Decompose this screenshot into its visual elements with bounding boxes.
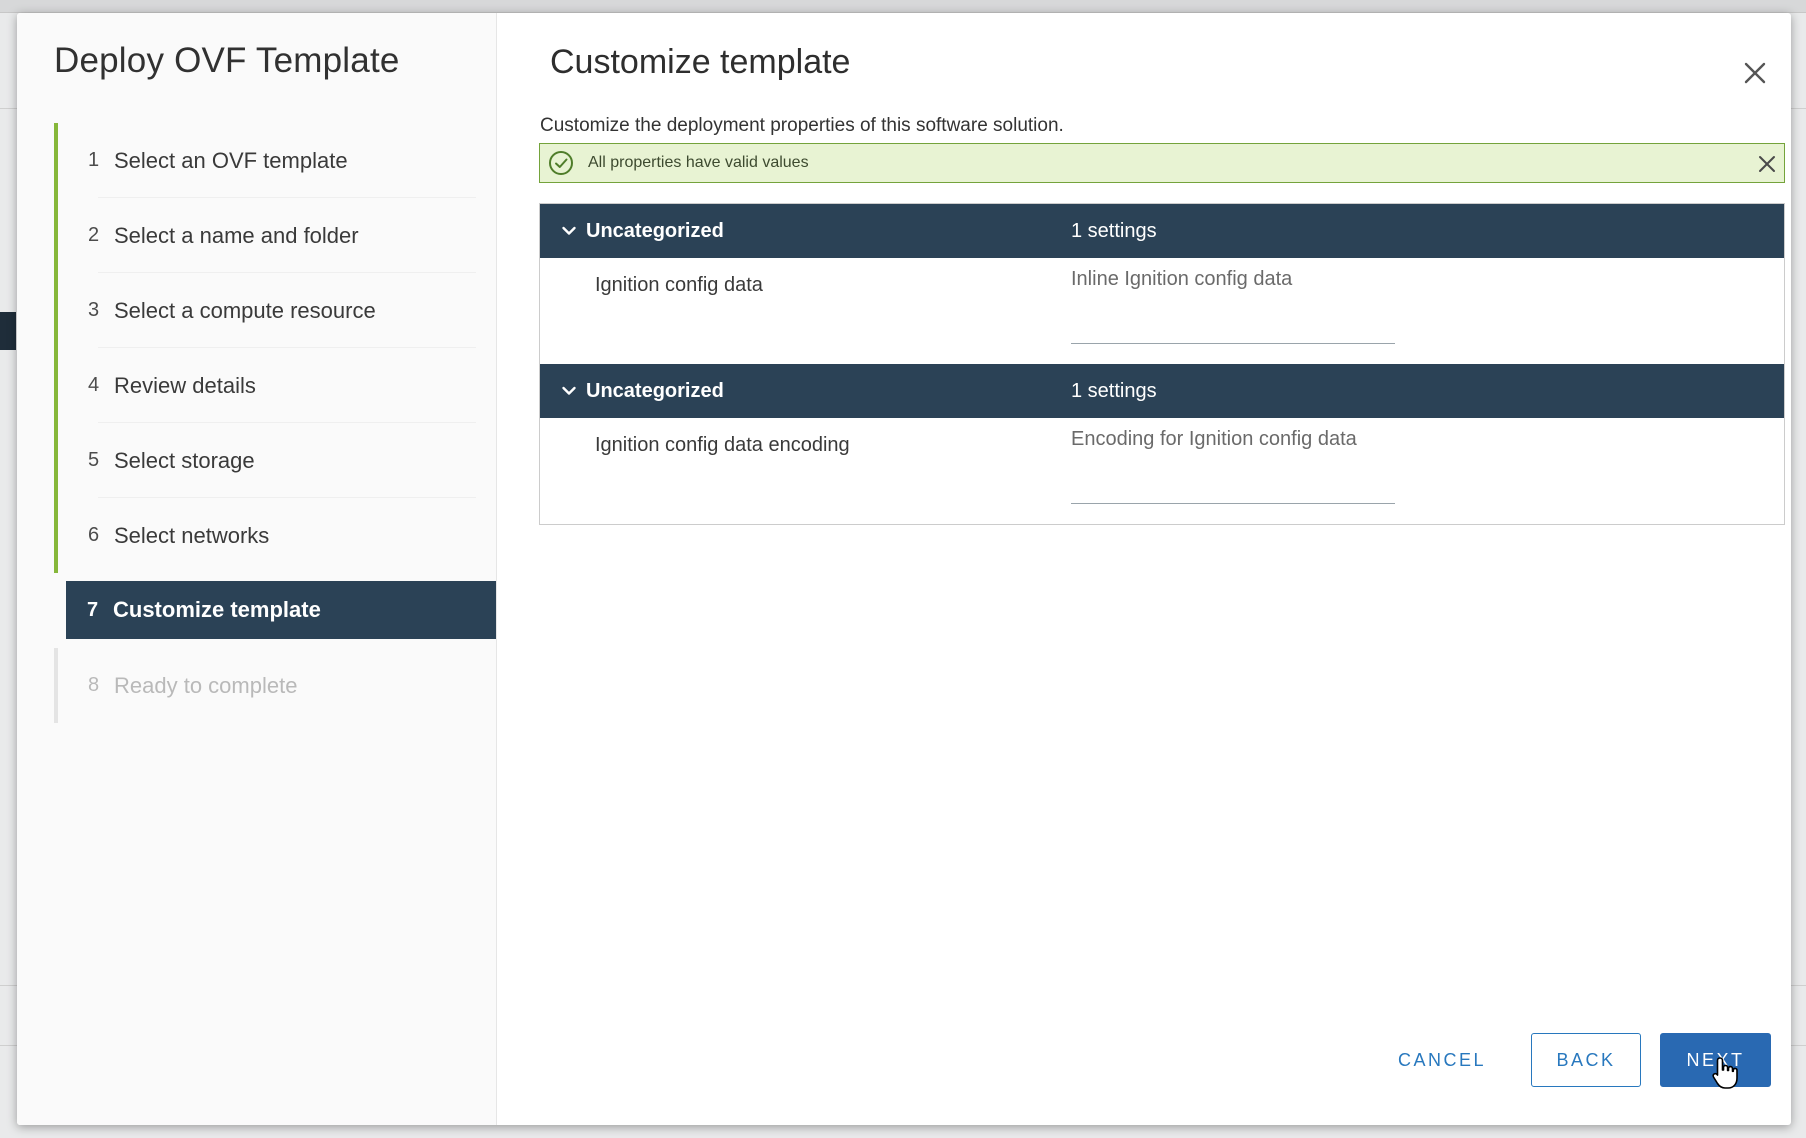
group-settings-count: 1 settings	[1071, 379, 1157, 402]
back-button[interactable]: BACK	[1531, 1033, 1641, 1087]
deploy-ovf-modal: Deploy OVF Template 1 Select an OVF temp…	[17, 13, 1791, 1125]
wizard-step-5[interactable]: 5 Select storage	[54, 423, 496, 498]
step-number: 2	[88, 224, 100, 246]
step-label: Select a compute resource	[114, 297, 376, 323]
hand-cursor-icon	[1712, 1057, 1738, 1089]
group-name: Uncategorized	[586, 219, 724, 242]
property-row: Ignition config data encoding	[540, 418, 1784, 524]
step-label: Select networks	[114, 522, 270, 548]
wizard-step-8: 8 Ready to complete	[54, 648, 496, 723]
step-number: 6	[88, 524, 100, 546]
chevron-down-icon	[562, 386, 576, 395]
step-number: 4	[88, 374, 100, 396]
ignition-config-data-input[interactable]	[1071, 268, 1395, 344]
step-number: 5	[88, 449, 100, 471]
group-settings-count: 1 settings	[1071, 219, 1157, 242]
wizard-step-7[interactable]: 7 Customize template	[66, 581, 496, 639]
success-alert: All properties have valid values	[539, 143, 1785, 183]
step-number: 3	[88, 299, 100, 321]
ignition-config-encoding-input[interactable]	[1071, 428, 1395, 504]
background-header-strip	[0, 0, 1806, 13]
wizard-steps: 1 Select an OVF template 2 Select a name…	[54, 123, 496, 723]
background-nav-tab	[0, 312, 16, 350]
property-label: Ignition config data encoding	[595, 434, 850, 456]
step-label: Review details	[114, 372, 256, 398]
properties-table: Uncategorized 1 settings Ignition config…	[539, 203, 1785, 525]
wizard-sidebar: Deploy OVF Template 1 Select an OVF temp…	[17, 13, 497, 1125]
group-name: Uncategorized	[586, 379, 724, 402]
step-number: 8	[88, 674, 100, 696]
wizard-step-1[interactable]: 1 Select an OVF template	[54, 123, 496, 198]
step-label: Select a name and folder	[114, 222, 359, 248]
step-number: 7	[87, 598, 99, 621]
check-circle-icon	[548, 150, 574, 176]
close-button[interactable]	[1735, 53, 1775, 93]
wizard-title: Deploy OVF Template	[54, 41, 400, 80]
chevron-down-icon	[562, 226, 576, 235]
step-label: Select storage	[114, 447, 255, 473]
wizard-step-3[interactable]: 3 Select a compute resource	[54, 273, 496, 348]
step-label: Customize template	[113, 597, 321, 622]
page-subtitle: Customize the deployment properties of t…	[540, 115, 1064, 136]
property-row: Ignition config data	[540, 258, 1784, 364]
page-title: Customize template	[550, 43, 851, 81]
wizard-step-4[interactable]: 4 Review details	[54, 348, 496, 423]
alert-close-button[interactable]	[1756, 153, 1778, 175]
close-icon	[1759, 156, 1775, 172]
wizard-content: Customize template Customize the deploym…	[497, 13, 1791, 1125]
property-label: Ignition config data	[595, 274, 763, 296]
group-header-uncategorized-1[interactable]: Uncategorized 1 settings	[540, 204, 1784, 258]
step-label: Ready to complete	[114, 672, 298, 698]
wizard-step-2[interactable]: 2 Select a name and folder	[54, 198, 496, 273]
step-number: 1	[88, 149, 100, 171]
cancel-button[interactable]: CANCEL	[1387, 1033, 1497, 1087]
wizard-step-6[interactable]: 6 Select networks	[54, 498, 496, 573]
alert-message: All properties have valid values	[588, 154, 809, 171]
step-label: Select an OVF template	[114, 147, 348, 173]
wizard-footer: CANCEL BACK NEXT	[497, 1033, 1791, 1089]
group-header-uncategorized-2[interactable]: Uncategorized 1 settings	[540, 364, 1784, 418]
close-icon	[1744, 62, 1766, 84]
